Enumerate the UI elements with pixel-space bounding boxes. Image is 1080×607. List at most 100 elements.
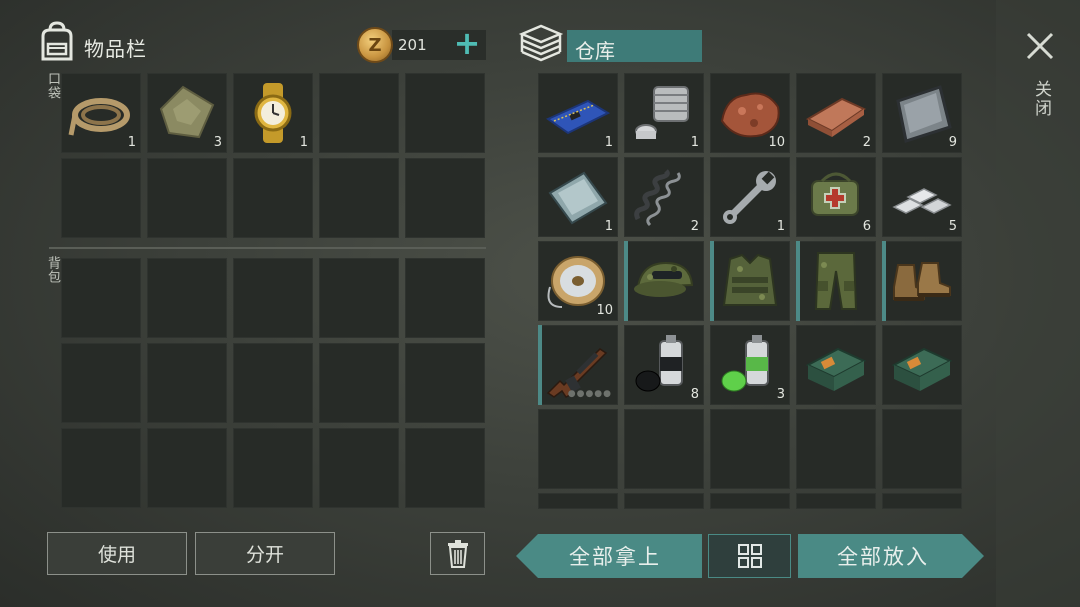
pocket-slot[interactable] (61, 158, 141, 238)
put-all-button[interactable]: 全部放入 (798, 534, 968, 578)
backpack-slot[interactable] (147, 343, 227, 423)
equipped-marker (796, 241, 800, 321)
warehouse-title: 仓库 (575, 39, 615, 63)
item-quantity: 2 (690, 219, 699, 234)
warehouse-slot[interactable]: 3 (710, 325, 790, 405)
warehouse-slot[interactable]: 8 (624, 325, 704, 405)
warehouse-slot[interactable] (710, 493, 790, 509)
pocket-slot[interactable]: 1 (233, 73, 313, 153)
item-quantity: 10 (596, 303, 613, 318)
backpack-slot[interactable] (233, 258, 313, 338)
green-paint-can-icon (721, 335, 769, 392)
pocket-slot[interactable]: 3 (147, 73, 227, 153)
medkit-bag-icon (811, 172, 859, 216)
warehouse-slot[interactable] (882, 493, 962, 509)
circuit-board-icon (545, 99, 611, 135)
warehouse-slot[interactable] (624, 241, 704, 321)
item-quantity: 3 (213, 135, 222, 150)
item-quantity: 2 (862, 135, 871, 150)
backpack-slot[interactable] (405, 428, 485, 508)
backpack-icon (41, 21, 73, 61)
equipped-marker (624, 241, 628, 321)
backpack-slot[interactable] (319, 258, 399, 338)
warehouse-slot[interactable]: 6 (796, 157, 876, 237)
backpack-slot[interactable] (61, 343, 141, 423)
backpack-slot[interactable] (61, 428, 141, 508)
backpack-slot[interactable] (319, 343, 399, 423)
pocket-label: 口袋 (45, 72, 60, 100)
warehouse-slot[interactable]: 9 (882, 73, 962, 153)
item-quantity: 6 (862, 219, 871, 234)
equipped-marker (710, 241, 714, 321)
warehouse-slot[interactable]: 5 (882, 157, 962, 237)
spring-icon (634, 169, 681, 227)
item-quantity: 1 (299, 135, 308, 150)
take-all-button[interactable]: 全部拿上 (530, 534, 700, 578)
warehouse-slot[interactable] (882, 325, 962, 405)
use-button[interactable]: 使用 (47, 532, 187, 575)
item-quantity: 8 (690, 387, 699, 402)
warehouse-slot[interactable]: 1 (538, 73, 618, 153)
pocket-slot[interactable] (319, 73, 399, 153)
pocket-divider (49, 247, 486, 249)
close-label[interactable]: 关闭 (1030, 80, 1054, 118)
camo-vest-icon (722, 253, 778, 306)
pocket-slot[interactable] (233, 158, 313, 238)
warehouse-slot[interactable] (796, 325, 876, 405)
black-paint-can-icon (635, 335, 683, 392)
trash-button[interactable] (430, 532, 485, 575)
warehouse-slot[interactable] (882, 409, 962, 489)
warehouse-slot[interactable]: 2 (624, 157, 704, 237)
warehouse-slot[interactable] (624, 493, 704, 509)
pocket-slot[interactable] (405, 158, 485, 238)
sort-grid-button[interactable] (708, 534, 791, 578)
trash-icon (447, 539, 468, 568)
warehouse-slot[interactable] (710, 241, 790, 321)
backpack-slot[interactable] (147, 258, 227, 338)
backpack-slot[interactable] (405, 258, 485, 338)
warehouse-slot[interactable]: 1 (710, 157, 790, 237)
backpack-label: 背包 (45, 256, 60, 284)
item-quantity: 10 (768, 135, 785, 150)
pocket-slot[interactable]: 1 (61, 73, 141, 153)
backpack-slot[interactable] (61, 258, 141, 338)
backpack-slot[interactable] (233, 428, 313, 508)
warehouse-slot[interactable]: 2 (796, 73, 876, 153)
pocket-slot[interactable] (319, 158, 399, 238)
warehouse-slot[interactable] (882, 241, 962, 321)
item-quantity: 1 (690, 135, 699, 150)
split-button[interactable]: 分开 (195, 532, 335, 575)
backpack-slot[interactable] (405, 343, 485, 423)
coin-icon: Z (357, 27, 393, 63)
equipped-marker (538, 325, 542, 405)
warehouse-slot[interactable] (538, 409, 618, 489)
add-coins-button[interactable]: + (452, 27, 482, 59)
inventory-title: 物品栏 (84, 37, 147, 61)
warehouse-slot[interactable] (710, 409, 790, 489)
wrench-icon (723, 171, 776, 224)
warehouse-slot[interactable] (796, 409, 876, 489)
warehouse-slot[interactable]: 1 (624, 73, 704, 153)
warehouse-slot[interactable]: ●●●●● (538, 325, 618, 405)
item-quantity: 5 (948, 219, 957, 234)
pocket-slot[interactable] (147, 158, 227, 238)
warehouse-slot[interactable] (538, 493, 618, 509)
backpack-slot[interactable] (233, 343, 313, 423)
warehouse-slot[interactable] (796, 493, 876, 509)
pocket-slot[interactable] (405, 73, 485, 153)
warehouse-slot[interactable] (624, 409, 704, 489)
close-icon[interactable] (1022, 28, 1058, 64)
item-quantity: 1 (127, 135, 136, 150)
item-quantity: 3 (776, 387, 785, 402)
gold-watch-icon (254, 83, 292, 143)
item-quantity: 1 (776, 219, 785, 234)
backpack-slot[interactable] (147, 428, 227, 508)
boots-icon (893, 262, 951, 301)
coin-count: 201 (398, 36, 427, 54)
warehouse-slot[interactable] (796, 241, 876, 321)
warehouse-slot[interactable]: 10 (710, 73, 790, 153)
warehouse-slot[interactable]: 1 (538, 157, 618, 237)
warehouse-slot[interactable]: 10 (538, 241, 618, 321)
item-quantity: 9 (948, 135, 957, 150)
backpack-slot[interactable] (319, 428, 399, 508)
